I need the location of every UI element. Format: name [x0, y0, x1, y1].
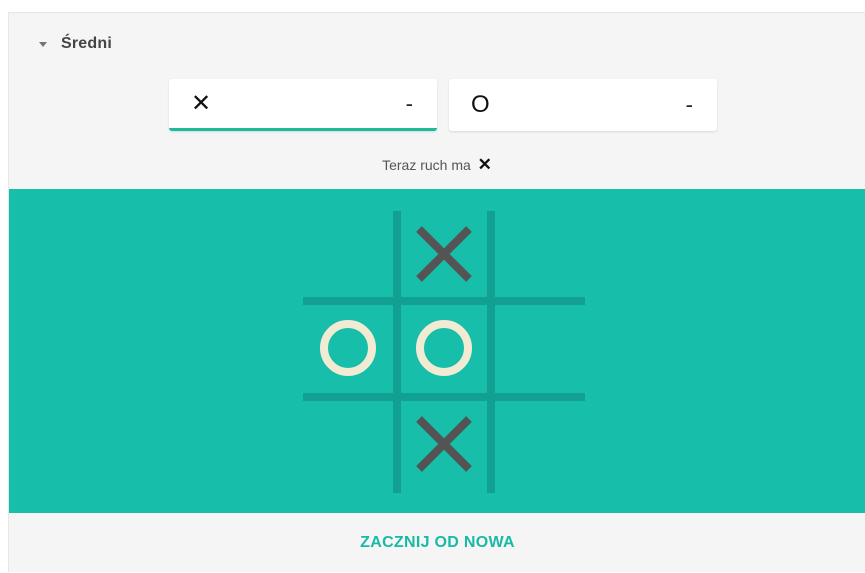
- x-mark-icon: [416, 416, 472, 472]
- restart-button[interactable]: ZACZNIJ OD NOWA: [360, 534, 515, 552]
- board-cell[interactable]: [305, 211, 391, 297]
- score-symbol-o: O: [471, 91, 490, 118]
- footer: ZACZNIJ OD NOWA: [9, 513, 865, 573]
- turn-text: Teraz ruch ma: [382, 157, 471, 173]
- turn-indicator: Teraz ruch ma ✕: [9, 155, 865, 175]
- board-cell[interactable]: [495, 305, 581, 391]
- turn-mark-icon: ✕: [477, 155, 492, 174]
- score-card-x: ✕ -: [169, 79, 437, 131]
- board-cell[interactable]: [401, 305, 487, 391]
- grid-line: [393, 211, 401, 493]
- board-cell[interactable]: [495, 211, 581, 297]
- game-card: Średni ✕ - O - Teraz ruch ma ✕ ZACZNIJ O…: [8, 12, 865, 572]
- board-cell[interactable]: [305, 401, 391, 487]
- difficulty-selector[interactable]: Średni: [39, 35, 112, 53]
- board-cell[interactable]: [495, 401, 581, 487]
- difficulty-label: Średni: [61, 35, 112, 52]
- board-area: [9, 189, 865, 513]
- board-cell[interactable]: [305, 305, 391, 391]
- caret-down-icon: [39, 41, 47, 47]
- board-cell[interactable]: [401, 211, 487, 297]
- grid-line: [303, 297, 585, 305]
- o-mark-icon: [416, 320, 472, 376]
- grid-line: [303, 393, 585, 401]
- score-card-o: O -: [449, 79, 717, 131]
- x-mark-icon: [416, 226, 472, 282]
- board-cell[interactable]: [401, 401, 487, 487]
- score-value-o: -: [685, 92, 693, 117]
- grid-line: [487, 211, 495, 493]
- score-symbol-x: ✕: [191, 89, 212, 117]
- game-grid: [303, 211, 585, 493]
- o-mark-icon: [320, 320, 376, 376]
- score-value-x: -: [405, 90, 413, 116]
